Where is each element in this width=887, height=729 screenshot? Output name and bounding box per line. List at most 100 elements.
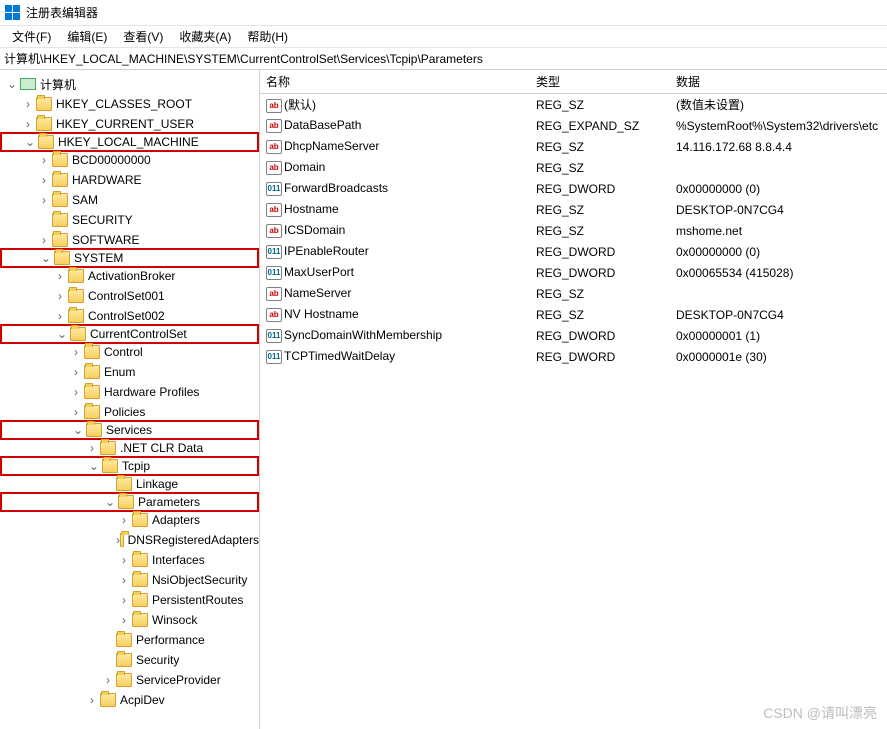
chevron-down-icon[interactable]: ⌄	[38, 251, 54, 265]
chevron-right-icon[interactable]: ›	[36, 233, 52, 247]
tree-interfaces[interactable]: ›Interfaces	[0, 550, 259, 570]
chevron-right-icon[interactable]: ›	[36, 193, 52, 207]
chevron-right-icon[interactable]: ›	[116, 593, 132, 607]
tree-system[interactable]: ⌄SYSTEM	[0, 248, 259, 268]
tree-dnsreg[interactable]: ›DNSRegisteredAdapters	[0, 530, 259, 550]
tree-services[interactable]: ⌄Services	[0, 420, 259, 440]
tree-software[interactable]: ›SOFTWARE	[0, 230, 259, 250]
folder-icon	[84, 405, 100, 419]
tree-sam[interactable]: ›SAM	[0, 190, 259, 210]
tree-label: BCD00000000	[72, 153, 151, 167]
value-row[interactable]: 011SyncDomainWithMembershipREG_DWORD0x00…	[260, 325, 887, 346]
tree-tcpip[interactable]: ⌄Tcpip	[0, 456, 259, 476]
tree-bcd[interactable]: › BCD00000000	[0, 150, 259, 170]
chevron-down-icon[interactable]: ⌄	[86, 459, 102, 473]
chevron-down-icon[interactable]: ⌄	[102, 495, 118, 509]
value-row[interactable]: abDhcpNameServerREG_SZ14.116.172.68 8.8.…	[260, 136, 887, 157]
tree-security[interactable]: SECURITY	[0, 210, 259, 230]
value-row[interactable]: 011IPEnableRouterREG_DWORD0x00000000 (0)	[260, 241, 887, 262]
value-row[interactable]: abNV HostnameREG_SZDESKTOP-0N7CG4	[260, 304, 887, 325]
value-row[interactable]: abNameServerREG_SZ	[260, 283, 887, 304]
tree-nsi[interactable]: ›NsiObjectSecurity	[0, 570, 259, 590]
tree-linkage[interactable]: Linkage	[0, 474, 259, 494]
value-name: TCPTimedWaitDelay	[284, 349, 395, 363]
tree-parameters[interactable]: ⌄Parameters	[0, 492, 259, 512]
menu-favorites[interactable]: 收藏夹(A)	[171, 28, 239, 45]
tree-hklm[interactable]: ⌄HKEY_LOCAL_MACHINE	[0, 132, 259, 152]
chevron-right-icon[interactable]: ›	[36, 153, 52, 167]
value-type: REG_DWORD	[530, 182, 670, 196]
chevron-right-icon[interactable]: ›	[84, 693, 100, 707]
value-data: DESKTOP-0N7CG4	[670, 203, 887, 217]
tree-cs002[interactable]: ›ControlSet002	[0, 306, 259, 326]
value-row[interactable]: 011TCPTimedWaitDelayREG_DWORD0x0000001e …	[260, 346, 887, 367]
folder-icon	[84, 385, 100, 399]
chevron-down-icon[interactable]: ⌄	[22, 135, 38, 149]
value-row[interactable]: 011MaxUserPortREG_DWORD0x00065534 (41502…	[260, 262, 887, 283]
tree-hkcr[interactable]: ›HKEY_CLASSES_ROOT	[0, 94, 259, 114]
chevron-right-icon[interactable]: ›	[68, 365, 84, 379]
col-name[interactable]: 名称	[260, 73, 530, 90]
chevron-down-icon[interactable]: ⌄	[54, 327, 70, 341]
tree-hwprofiles[interactable]: ›Hardware Profiles	[0, 382, 259, 402]
chevron-right-icon[interactable]: ›	[68, 385, 84, 399]
chevron-right-icon[interactable]: ›	[52, 309, 68, 323]
tree-enum[interactable]: ›Enum	[0, 362, 259, 382]
tree-pane: ⌄ 计算机 ›HKEY_CLASSES_ROOT ›HKEY_CURRENT_U…	[0, 70, 260, 729]
menu-help[interactable]: 帮助(H)	[239, 28, 296, 45]
folder-icon	[70, 327, 86, 341]
col-data[interactable]: 数据	[670, 73, 887, 90]
window-title: 注册表编辑器	[26, 4, 98, 21]
chevron-right-icon[interactable]: ›	[116, 573, 132, 587]
tree-control[interactable]: ›Control	[0, 342, 259, 362]
tree-netclr[interactable]: ›.NET CLR Data	[0, 438, 259, 458]
tree-label: PersistentRoutes	[152, 593, 243, 607]
folder-icon	[86, 423, 102, 437]
tree-security-k[interactable]: Security	[0, 650, 259, 670]
tree-activationbroker[interactable]: ›ActivationBroker	[0, 266, 259, 286]
chevron-right-icon[interactable]: ›	[52, 269, 68, 283]
folder-icon	[116, 653, 132, 667]
chevron-down-icon[interactable]: ⌄	[70, 423, 86, 437]
tree-acpidev[interactable]: ›AcpiDev	[0, 690, 259, 710]
address-bar[interactable]: 计算机\HKEY_LOCAL_MACHINE\SYSTEM\CurrentCon…	[0, 48, 887, 70]
tree-persistentroutes[interactable]: › PersistentRoutes	[0, 590, 259, 610]
tree-hardware[interactable]: ›HARDWARE	[0, 170, 259, 190]
tree-policies[interactable]: ›Policies	[0, 402, 259, 422]
chevron-right-icon[interactable]: ›	[116, 613, 132, 627]
chevron-right-icon[interactable]: ›	[68, 345, 84, 359]
chevron-right-icon[interactable]: ›	[20, 117, 36, 131]
tree-hkcu[interactable]: ›HKEY_CURRENT_USER	[0, 114, 259, 134]
values-pane: 名称 类型 数据 ab(默认)REG_SZ(数值未设置)abDataBasePa…	[260, 70, 887, 729]
chevron-right-icon[interactable]: ›	[68, 405, 84, 419]
value-row[interactable]: abHostnameREG_SZDESKTOP-0N7CG4	[260, 199, 887, 220]
tree-cs001[interactable]: ›ControlSet001	[0, 286, 259, 306]
tree-adapters[interactable]: ›Adapters	[0, 510, 259, 530]
folder-icon	[132, 553, 148, 567]
chevron-right-icon[interactable]: ›	[36, 173, 52, 187]
tree-performance[interactable]: Performance	[0, 630, 259, 650]
tree-ccs[interactable]: ⌄CurrentControlSet	[0, 324, 259, 344]
value-name: DhcpNameServer	[284, 139, 379, 153]
menu-view[interactable]: 查看(V)	[115, 28, 171, 45]
tree-winsock[interactable]: ›Winsock	[0, 610, 259, 630]
chevron-right-icon[interactable]: ›	[84, 441, 100, 455]
chevron-right-icon[interactable]: ›	[52, 289, 68, 303]
menu-file[interactable]: 文件(F)	[4, 28, 59, 45]
value-row[interactable]: ab(默认)REG_SZ(数值未设置)	[260, 94, 887, 115]
value-row[interactable]: abICSDomainREG_SZmshome.net	[260, 220, 887, 241]
value-row[interactable]: 011ForwardBroadcastsREG_DWORD0x00000000 …	[260, 178, 887, 199]
chevron-right-icon[interactable]: ›	[100, 673, 116, 687]
value-row[interactable]: abDataBasePathREG_EXPAND_SZ%SystemRoot%\…	[260, 115, 887, 136]
chevron-right-icon[interactable]: ›	[116, 553, 132, 567]
chevron-right-icon[interactable]: ›	[20, 97, 36, 111]
value-row[interactable]: abDomainREG_SZ	[260, 157, 887, 178]
value-type: REG_SZ	[530, 224, 670, 238]
binary-value-icon: 011	[266, 350, 282, 364]
chevron-down-icon[interactable]: ⌄	[4, 77, 20, 91]
chevron-right-icon[interactable]: ›	[116, 513, 132, 527]
tree-serviceprovider[interactable]: ›ServiceProvider	[0, 670, 259, 690]
col-type[interactable]: 类型	[530, 73, 670, 90]
menu-edit[interactable]: 编辑(E)	[59, 28, 115, 45]
tree-root[interactable]: ⌄ 计算机	[0, 74, 259, 94]
